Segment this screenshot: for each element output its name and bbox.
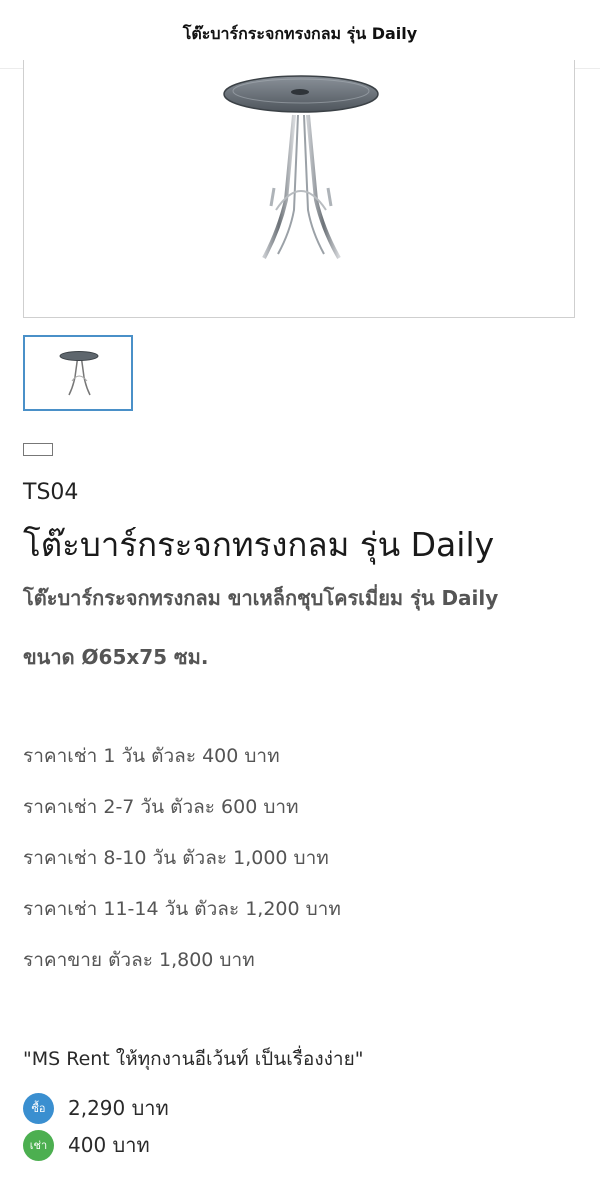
buy-offer[interactable]: ซื้อ 2,290 บาท	[23, 1092, 169, 1124]
buy-badge: ซื้อ	[23, 1092, 54, 1124]
rent-badge: เช่า	[23, 1129, 54, 1161]
price-line-11-14-days: ราคาเช่า 11-14 วัน ตัวละ 1,200 บาท	[23, 898, 341, 920]
slogan: "MS Rent ให้ทุกงานอีเว้นท์ เป็นเรื่องง่า…	[23, 1048, 364, 1070]
rent-price: 400 บาท	[68, 1133, 150, 1157]
top-bar: โต๊ะบาร์กระจกทรงกลม รุ่น Daily	[0, 0, 600, 69]
buy-price: 2,290 บาท	[68, 1096, 169, 1120]
variant-swatch[interactable]	[23, 443, 53, 456]
price-line-2-7-days: ราคาเช่า 2-7 วัน ตัวละ 600 บาท	[23, 796, 299, 818]
thumbnail-table-icon	[59, 351, 99, 396]
product-main-image[interactable]	[23, 60, 575, 318]
price-line-sale: ราคาขาย ตัวละ 1,800 บาท	[23, 949, 255, 971]
product-subtitle: โต๊ะบาร์กระจกทรงกลม ขาเหล็กชุบโครเมี่ยม …	[23, 586, 499, 610]
rent-offer[interactable]: เช่า 400 บาท	[23, 1129, 150, 1161]
glass-table-illustration	[223, 75, 379, 259]
product-sku: TS04	[23, 480, 79, 505]
product-size: ขนาด Ø65x75 ซม.	[23, 645, 209, 669]
page-title: โต๊ะบาร์กระจกทรงกลม รุ่น Daily	[182, 23, 418, 43]
price-line-1-day: ราคาเช่า 1 วัน ตัวละ 400 บาท	[23, 745, 280, 767]
price-line-8-10-days: ราคาเช่า 8-10 วัน ตัวละ 1,000 บาท	[23, 847, 329, 869]
product-title: โต๊ะบาร์กระจกทรงกลม รุ่น Daily	[23, 525, 495, 564]
product-thumbnail[interactable]	[23, 335, 133, 411]
